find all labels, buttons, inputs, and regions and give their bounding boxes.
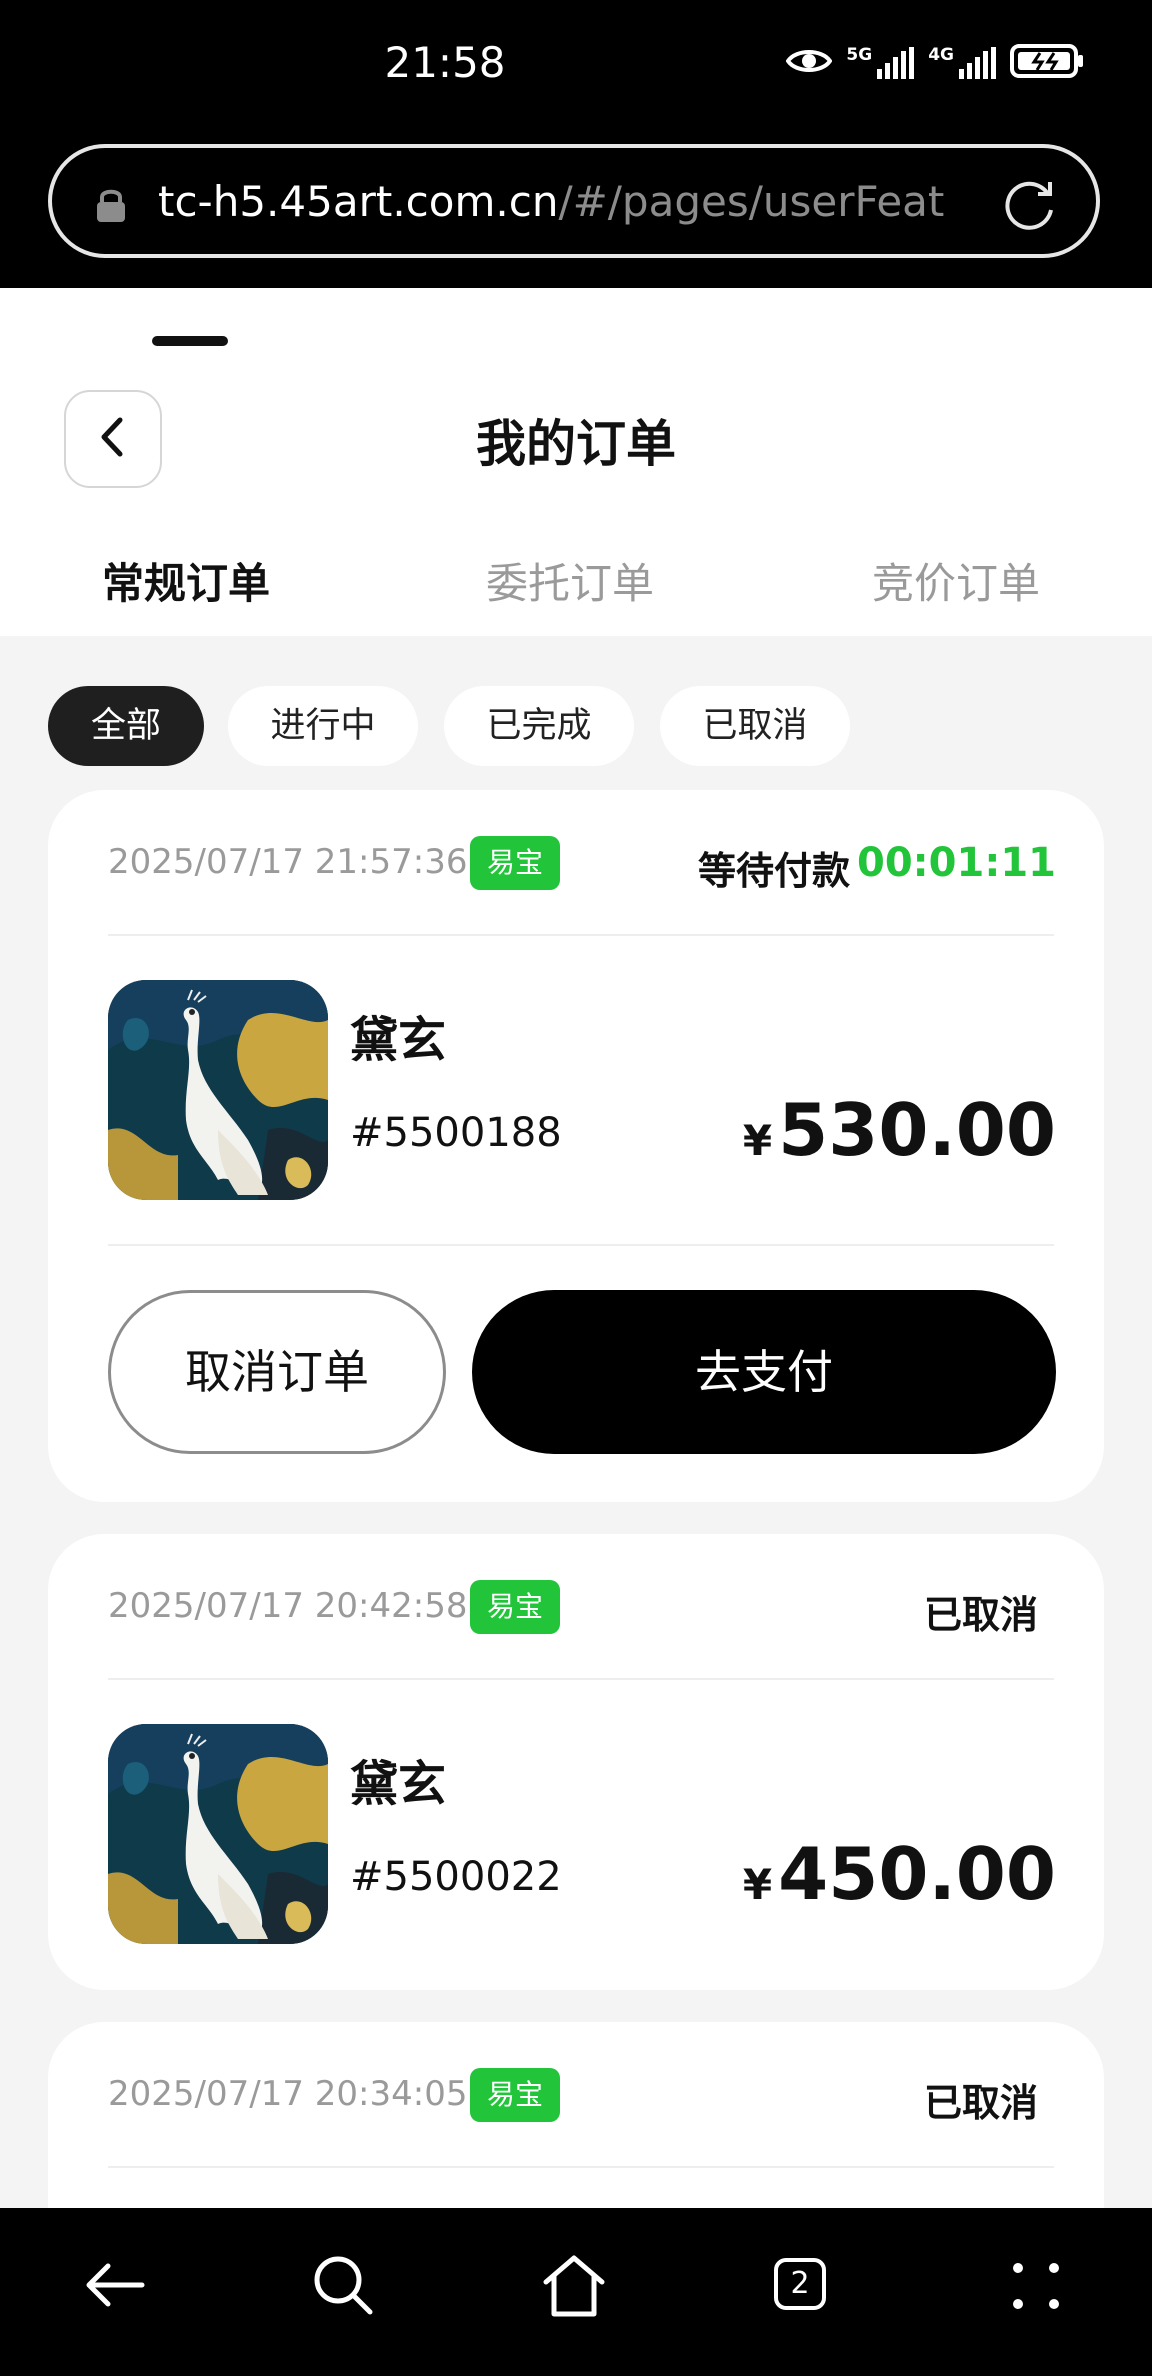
more-icon[interactable] [1008,2258,1064,2318]
active-tab-indicator [152,336,228,346]
order-price: ¥450.00 [743,1832,1056,1916]
peacock-artwork-image [108,1724,328,1944]
divider [108,934,1054,936]
divider [108,1244,1054,1246]
order-type-tabs: 常规订单 委托订单 竞价订单 [0,550,1152,636]
filter-chip-all[interactable]: 全部 [48,686,204,766]
divider [108,1678,1054,1680]
filter-chip-cancelled[interactable]: 已取消 [660,686,850,766]
pay-button[interactable]: 去支付 [472,1290,1056,1454]
search-icon[interactable] [310,2252,376,2322]
tab-regular-orders[interactable]: 常规订单 [102,550,270,611]
payment-countdown: 00:01:11 [857,840,1056,886]
lock-icon [94,186,128,228]
peacock-artwork-image [108,980,328,1200]
payment-badge: 易宝 [470,1580,560,1634]
url-path: /#/pages/userFeat [558,177,945,226]
tab-count: 2 [774,2258,826,2310]
price-amount: 530.00 [778,1088,1056,1172]
order-card[interactable]: 2025/07/17 21:57:36 易宝 等待付款 00:01:11 黛玄 … [48,790,1104,1502]
status-time: 21:58 [384,38,506,87]
tab-consignment-orders[interactable]: 委托订单 [486,550,654,611]
browser-nav-bar: 2 [0,2208,1152,2376]
signal-5g-icon: 5G [846,47,915,79]
eye-icon [786,45,833,81]
status-bar: 21:58 5G 4G [0,0,1152,120]
product-id: #5500022 [350,1854,562,1900]
signal-4g-icon: 4G [928,47,996,79]
url-host: tc-h5.45art.com.cn [158,177,559,226]
filter-chip-in-progress[interactable]: 进行中 [228,686,418,766]
product-thumbnail[interactable] [108,980,328,1200]
product-thumbnail[interactable] [108,1724,328,1944]
currency-symbol: ¥ [742,1860,773,1909]
order-card[interactable]: 2025/07/17 20:42:58 易宝 已取消 黛玄 #5500022 ¥… [48,1534,1104,1990]
page-title: 我的订单 [476,415,676,473]
reload-icon[interactable] [998,174,1060,240]
order-status: 已取消 [923,2081,1038,2125]
arrow-left-icon[interactable] [82,2252,148,2322]
product-name: 黛玄 [350,1756,447,1812]
home-icon[interactable] [540,2252,608,2324]
payment-badge: 易宝 [470,836,560,890]
order-datetime: 2025/07/17 21:57:36 [108,842,468,882]
url-text[interactable]: tc-h5.45art.com.cn/#/pages/userFeat [158,174,1008,230]
browser-toolbar: tc-h5.45art.com.cn/#/pages/userFeat [0,120,1152,288]
product-id: #5500188 [350,1110,562,1156]
status-icons: 5G 4G [786,44,1084,82]
product-name: 黛玄 [350,1012,447,1068]
price-amount: 450.00 [778,1832,1056,1916]
currency-symbol: ¥ [742,1116,773,1165]
tab-bid-orders[interactable]: 竞价订单 [872,550,1040,611]
order-datetime: 2025/07/17 20:34:05 [108,2074,468,2114]
filter-chip-completed[interactable]: 已完成 [444,686,634,766]
order-status: 等待付款 [697,849,850,893]
order-datetime: 2025/07/17 20:42:58 [108,1586,468,1626]
order-status: 已取消 [923,1593,1038,1637]
battery-icon [1010,44,1084,82]
payment-badge: 易宝 [470,2068,560,2122]
cancel-order-button[interactable]: 取消订单 [108,1290,446,1454]
tabs-icon[interactable]: 2 [774,2258,826,2310]
divider [108,2166,1054,2168]
address-bar[interactable]: tc-h5.45art.com.cn/#/pages/userFeat [48,144,1100,258]
order-price: ¥530.00 [743,1088,1056,1172]
